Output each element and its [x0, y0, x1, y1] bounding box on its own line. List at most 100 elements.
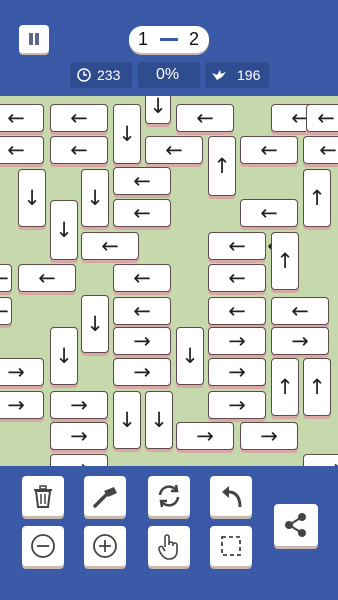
arrow-tile-right[interactable]: →	[50, 422, 108, 450]
arrow-tile-left[interactable]: ←	[145, 136, 203, 164]
arrow-tile-left[interactable]: ←	[113, 167, 171, 195]
arrow-tile-down[interactable]: ↓	[81, 169, 109, 227]
arrow-up-icon: ↑	[308, 185, 326, 210]
arrow-tile-right[interactable]: →	[50, 454, 108, 466]
arrow-right-icon: →	[196, 423, 214, 448]
arrow-tile-right[interactable]: →	[271, 327, 329, 355]
hand-mode-button[interactable]	[148, 526, 190, 566]
arrow-down-icon: ↓	[118, 407, 136, 432]
timer-value: 233	[97, 67, 121, 83]
arrow-tile-down[interactable]: ↓	[81, 295, 109, 353]
arrow-left-icon: ←	[133, 298, 151, 323]
undo-icon	[222, 486, 242, 508]
arrow-tile-left[interactable]: ←	[176, 104, 234, 132]
arrow-left-icon: ←	[70, 137, 88, 162]
arrow-tile-left[interactable]: ←	[113, 199, 171, 227]
arrow-tile-right[interactable]: →	[50, 391, 108, 419]
arrow-tile-right[interactable]: →	[176, 422, 234, 450]
arrow-tile-left[interactable]: ←	[306, 104, 338, 132]
zoom-in-button[interactable]	[84, 526, 126, 566]
arrow-tile-right[interactable]: →	[113, 358, 171, 386]
arrow-tile-right[interactable]: →	[113, 327, 171, 355]
arrow-tile-left[interactable]: ←	[0, 264, 12, 292]
arrow-tile-down[interactable]: ↓	[113, 104, 141, 164]
arrow-tile-left[interactable]: ←	[113, 297, 171, 325]
arrow-tile-right[interactable]: →	[0, 358, 44, 386]
arrow-left-icon: ←	[7, 105, 25, 130]
arrow-tile-down[interactable]: ↓	[145, 391, 173, 449]
arrow-tile-left[interactable]: ←	[113, 264, 171, 292]
arrow-tile-left[interactable]: ←	[81, 232, 139, 260]
arrow-tile-down[interactable]: ↓	[50, 327, 78, 385]
zoom-out-button[interactable]	[22, 526, 64, 566]
arrow-left-icon: ←	[133, 200, 151, 225]
select-frame-button[interactable]	[210, 526, 252, 566]
arrow-tile-down[interactable]: ↓	[176, 327, 204, 385]
shuffle-button[interactable]	[148, 476, 190, 516]
hand-pointer-icon	[158, 534, 178, 560]
arrow-tile-up[interactable]: ↑	[303, 358, 331, 416]
zoom-out-icon	[31, 534, 55, 558]
arrow-left-icon: ←	[70, 105, 88, 130]
arrow-tile-up[interactable]: ↑	[271, 358, 299, 416]
arrow-tile-right[interactable]: →	[208, 391, 266, 419]
arrow-tile-up[interactable]: ↑	[303, 169, 331, 227]
hammer-icon	[93, 487, 117, 508]
arrow-tile-left[interactable]: ←	[50, 136, 108, 164]
arrow-tile-down[interactable]: ↓	[18, 169, 46, 227]
arrow-tile-left[interactable]: ←	[0, 104, 44, 132]
arrow-right-icon: →	[291, 328, 309, 353]
arrow-tile-left[interactable]: ←	[0, 136, 44, 164]
moves-value: 196	[237, 67, 261, 83]
undo-button[interactable]	[210, 476, 252, 516]
progress-value: 0%	[156, 66, 180, 83]
arrow-tile-left[interactable]: ←	[208, 232, 266, 260]
current-level: 1	[138, 29, 149, 49]
arrow-tile-right[interactable]: →	[0, 391, 44, 419]
game-board: ←←↓←←←←←↓←↑←←↓↓←←↑←↓←←←↑←←←←←↓←←←↓→↓→→→→…	[0, 96, 338, 466]
arrow-left-icon: ←	[228, 265, 246, 290]
arrow-down-icon: ↓	[149, 96, 167, 118]
arrow-left-icon: ←	[260, 200, 278, 225]
hammer-button[interactable]	[84, 476, 126, 516]
arrow-tile-up[interactable]: ↑	[271, 232, 299, 290]
arrow-tile-right[interactable]: →	[208, 327, 266, 355]
arrow-tile-left[interactable]: ←	[208, 297, 266, 325]
arrow-tile-left[interactable]: ←	[240, 199, 298, 227]
arrow-tile-left[interactable]: ←	[303, 136, 338, 164]
arrow-left-icon: ←	[133, 168, 151, 193]
arrow-tile-right[interactable]: →	[303, 454, 338, 466]
arrow-down-icon: ↓	[86, 185, 104, 210]
arrow-tile-down[interactable]: ↓	[145, 96, 171, 124]
arrow-tile-left[interactable]: ←	[18, 264, 76, 292]
share-button[interactable]	[274, 504, 318, 546]
arrow-tile-down[interactable]: ↓	[113, 391, 141, 449]
arrow-left-icon: ←	[0, 267, 9, 289]
arrow-left-icon: ←	[319, 137, 337, 162]
arrow-tile-left[interactable]: ←	[240, 136, 298, 164]
arrow-left-icon: ←	[133, 265, 151, 290]
arrow-down-icon: ↓	[55, 343, 73, 368]
arrow-tile-left[interactable]: ←	[0, 297, 12, 325]
arrow-right-icon: →	[70, 457, 88, 466]
arrow-tile-up[interactable]: ↑	[208, 136, 236, 196]
arrow-left-icon: ←	[38, 265, 56, 290]
arrow-up-icon: ↑	[213, 153, 231, 178]
level-indicator: 1 2	[129, 26, 209, 53]
arrow-tile-right[interactable]: →	[208, 358, 266, 386]
arrow-tile-right[interactable]: →	[240, 422, 298, 450]
arrow-tile-left[interactable]: ←	[208, 264, 266, 292]
timer-box: 233	[70, 62, 132, 88]
arrow-left-icon: ←	[228, 233, 246, 258]
arrow-right-icon: →	[70, 423, 88, 448]
arrow-tile-left[interactable]: ←	[50, 104, 108, 132]
arrow-down-icon: ↓	[150, 407, 168, 432]
remove-tile-button[interactable]	[22, 476, 64, 516]
next-level: 2	[189, 29, 200, 49]
arrow-tile-left[interactable]: ←	[271, 297, 329, 325]
arrow-tile-down[interactable]: ↓	[50, 200, 78, 260]
bird-icon	[212, 70, 226, 80]
pause-button[interactable]	[19, 25, 49, 53]
arrow-right-icon: →	[133, 328, 151, 353]
arrow-down-icon: ↓	[181, 343, 199, 368]
